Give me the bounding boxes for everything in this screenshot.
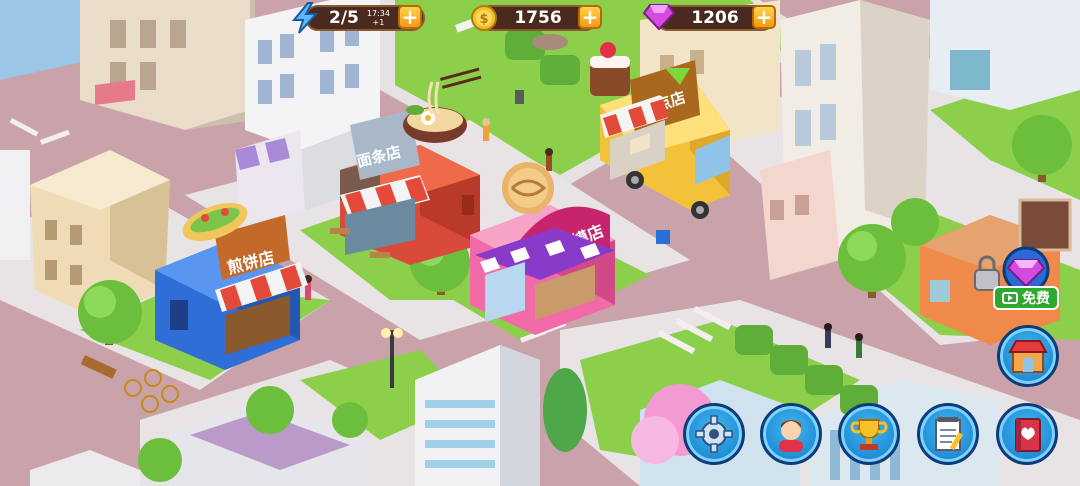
gear-icon [695, 415, 733, 453]
gem-value: 1206 [691, 8, 739, 28]
recipe-book-button[interactable] [996, 403, 1058, 465]
trash-bin [515, 90, 524, 104]
energy-regen: +1 [372, 18, 385, 27]
friends-button[interactable] [760, 403, 822, 465]
shop-button[interactable] [997, 325, 1059, 387]
crosswalk-sign [656, 230, 670, 244]
coin-add-button[interactable]: + [578, 5, 602, 29]
notepad-icon [935, 417, 964, 451]
svg-text:$: $ [479, 12, 488, 27]
fountain [532, 34, 568, 50]
energy-value: 2/5 [329, 8, 359, 28]
store-icon [1008, 340, 1048, 373]
free-label: 免费 [1022, 291, 1050, 307]
energy-add-button[interactable]: + [398, 5, 422, 29]
coin-value: 1756 [514, 8, 562, 28]
lightning-icon [291, 2, 319, 34]
trophy-icon [850, 419, 888, 450]
tasks-button[interactable] [917, 403, 979, 465]
gem-add-button[interactable]: + [752, 5, 776, 29]
coin-icon: $ [471, 5, 497, 31]
gem-icon [642, 4, 676, 31]
energy-timer: 17:34 [366, 9, 390, 18]
settings-button[interactable] [683, 403, 745, 465]
book-icon [1015, 418, 1041, 452]
trophy-button[interactable] [838, 403, 900, 465]
gem-pile-icon [1002, 246, 1050, 294]
avatar-icon [779, 420, 803, 452]
city-map[interactable]: 面条店 煎饼店 肉夹馍店 [0, 0, 1080, 486]
free-video-badge[interactable]: 免费 [993, 286, 1059, 310]
video-icon [1002, 292, 1018, 304]
